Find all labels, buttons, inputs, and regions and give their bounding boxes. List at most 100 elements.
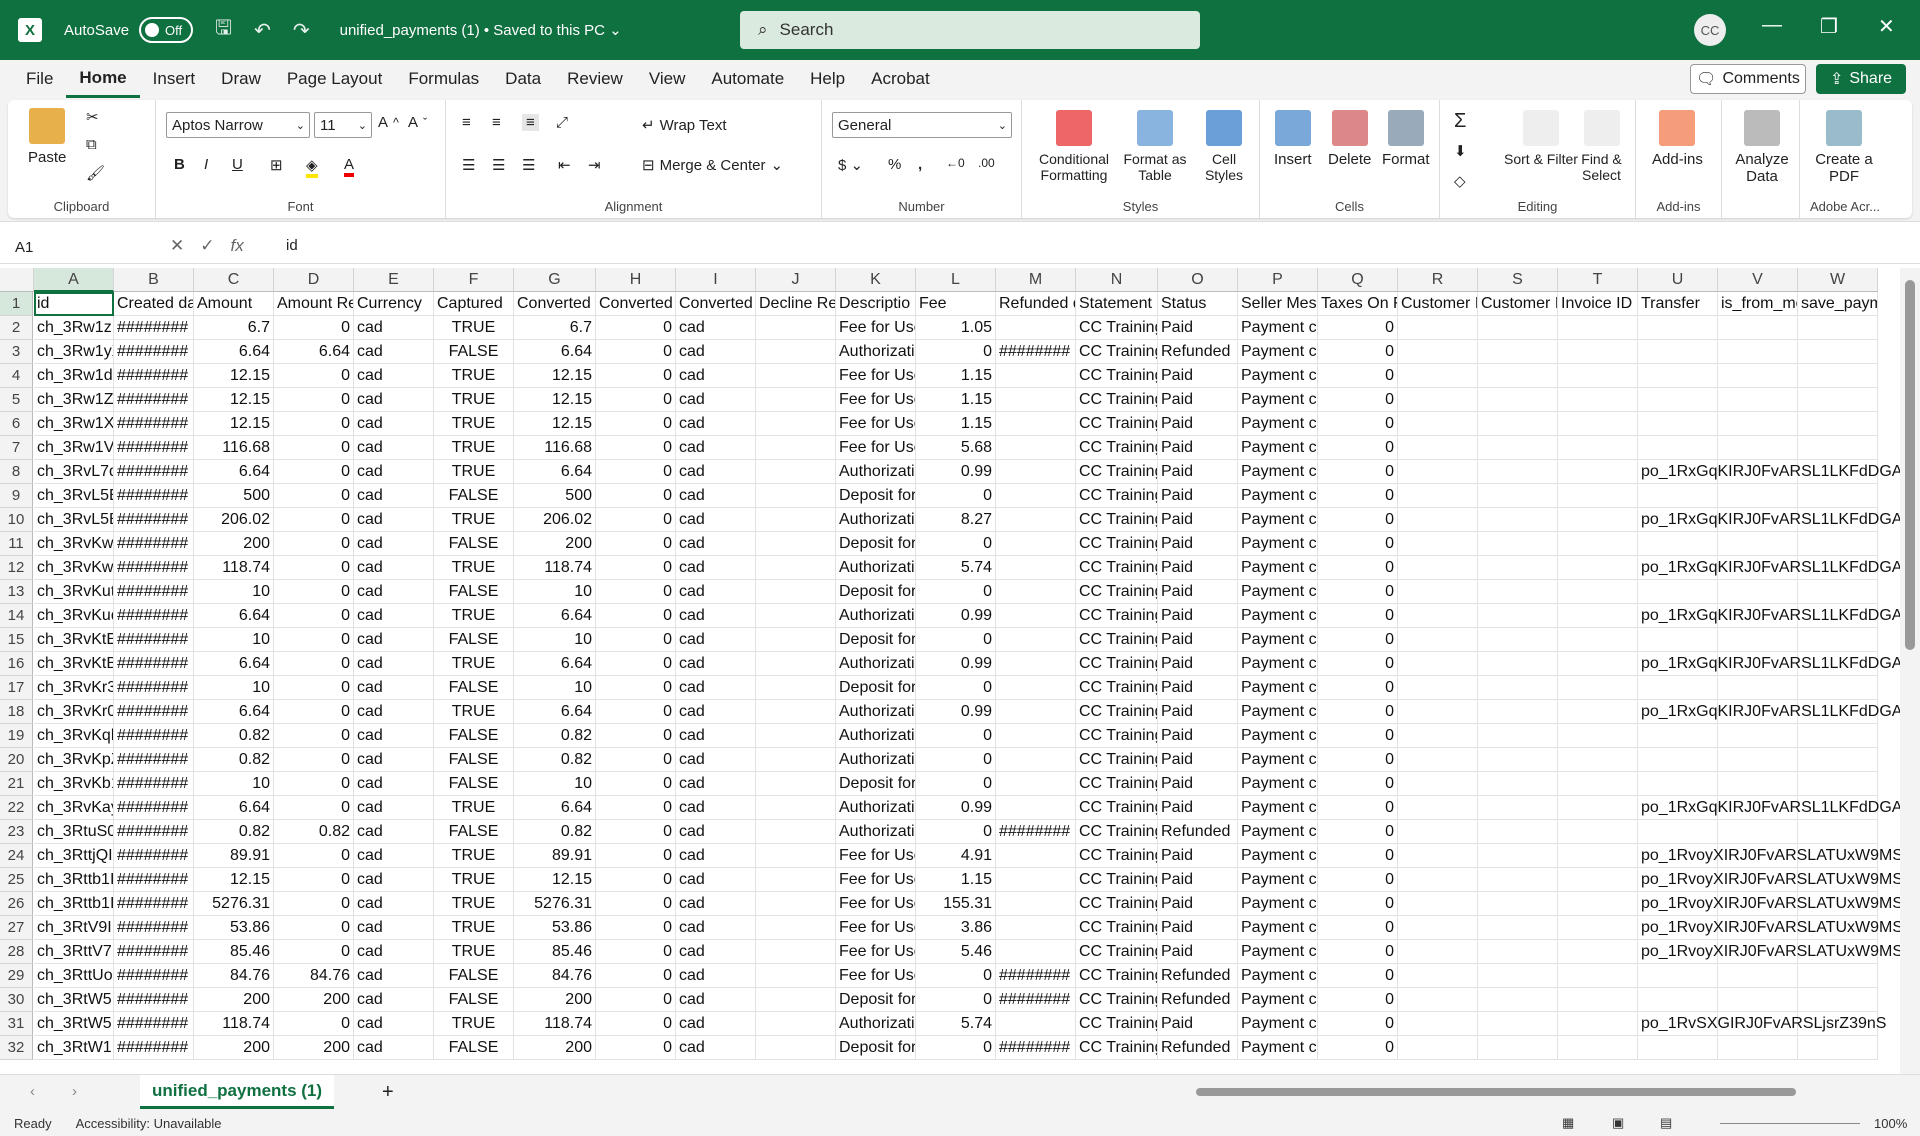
table-cell[interactable]: Fee for Use <box>836 412 916 436</box>
table-cell[interactable]: Payment c <box>1238 604 1318 628</box>
table-cell[interactable] <box>1798 316 1878 340</box>
table-cell[interactable] <box>1558 940 1638 964</box>
table-cell[interactable]: ch_3RtW5I <box>34 1012 114 1036</box>
column-header-i[interactable]: I <box>676 268 756 292</box>
row-header[interactable]: 21 <box>0 772 33 796</box>
table-cell[interactable]: 6.64 <box>194 604 274 628</box>
table-cell[interactable]: FALSE <box>434 772 514 796</box>
table-cell[interactable]: cad <box>676 628 756 652</box>
table-cell[interactable] <box>1558 1036 1638 1060</box>
table-cell[interactable]: 0 <box>596 1012 676 1036</box>
table-cell[interactable] <box>1638 340 1718 364</box>
row-header[interactable]: 7 <box>0 436 33 460</box>
table-cell[interactable]: CC Training <box>1076 916 1158 940</box>
table-cell[interactable]: ######## <box>114 604 194 628</box>
table-cell[interactable]: 1.15 <box>916 388 996 412</box>
table-cell[interactable]: cad <box>676 724 756 748</box>
header-cell[interactable]: Invoice ID <box>1558 292 1638 316</box>
row-header[interactable]: 1 <box>0 292 33 316</box>
table-cell[interactable]: ######## <box>114 460 194 484</box>
table-cell[interactable] <box>1478 652 1558 676</box>
table-cell[interactable]: CC Training <box>1076 940 1158 964</box>
table-cell[interactable]: cad <box>676 364 756 388</box>
table-cell[interactable]: ######## <box>114 868 194 892</box>
table-cell[interactable]: Refunded <box>1158 340 1238 364</box>
table-cell[interactable]: 0 <box>916 1036 996 1060</box>
table-cell[interactable]: Paid <box>1158 796 1238 820</box>
table-cell[interactable] <box>1398 964 1478 988</box>
table-cell[interactable]: 6.64 <box>194 340 274 364</box>
row-header[interactable]: 2 <box>0 316 33 340</box>
table-cell[interactable]: TRUE <box>434 796 514 820</box>
table-cell[interactable]: 6.64 <box>514 604 596 628</box>
table-cell[interactable]: Payment c <box>1238 868 1318 892</box>
table-cell[interactable] <box>1558 580 1638 604</box>
table-cell[interactable]: 0 <box>916 484 996 508</box>
table-cell[interactable]: Payment c <box>1238 820 1318 844</box>
row-header[interactable]: 6 <box>0 412 33 436</box>
table-cell[interactable]: cad <box>676 460 756 484</box>
table-cell[interactable]: Payment c <box>1238 892 1318 916</box>
table-cell[interactable] <box>1398 772 1478 796</box>
table-cell[interactable] <box>756 724 836 748</box>
select-all-corner[interactable] <box>0 268 34 292</box>
table-cell[interactable]: po_1RvoyXIRJ0FvARSLATUxW9MS <box>1638 940 1900 964</box>
increase-decimal-icon[interactable]: ←0 <box>946 156 965 170</box>
table-cell[interactable]: cad <box>354 772 434 796</box>
table-cell[interactable]: cad <box>676 868 756 892</box>
fill-icon[interactable]: ⬇ <box>1454 142 1467 160</box>
copy-icon[interactable]: ⧉ <box>86 136 97 153</box>
table-cell[interactable] <box>1478 1036 1558 1060</box>
table-cell[interactable]: 0 <box>1318 820 1398 844</box>
table-cell[interactable]: 84.76 <box>194 964 274 988</box>
table-cell[interactable] <box>1558 964 1638 988</box>
table-cell[interactable]: ch_3Rw1yX <box>34 340 114 364</box>
table-cell[interactable] <box>756 1012 836 1036</box>
table-cell[interactable] <box>1478 724 1558 748</box>
table-cell[interactable]: Refunded <box>1158 820 1238 844</box>
table-cell[interactable]: 0 <box>1318 316 1398 340</box>
table-cell[interactable]: Payment c <box>1238 988 1318 1012</box>
table-cell[interactable]: cad <box>676 964 756 988</box>
table-cell[interactable] <box>996 916 1076 940</box>
table-cell[interactable] <box>1398 820 1478 844</box>
table-cell[interactable]: 0 <box>596 844 676 868</box>
table-cell[interactable]: 0 <box>596 412 676 436</box>
table-cell[interactable] <box>756 316 836 340</box>
prev-sheet-icon[interactable]: ‹ <box>30 1083 35 1100</box>
table-cell[interactable]: Fee for Use <box>836 916 916 940</box>
align-top-icon[interactable]: ≡ <box>462 114 471 131</box>
column-header-n[interactable]: N <box>1076 268 1158 292</box>
table-cell[interactable]: ######## <box>114 580 194 604</box>
table-cell[interactable]: CC Training <box>1076 364 1158 388</box>
table-cell[interactable]: ######## <box>114 628 194 652</box>
table-cell[interactable]: cad <box>676 940 756 964</box>
table-cell[interactable]: CC Training <box>1076 412 1158 436</box>
table-cell[interactable]: ######## <box>114 676 194 700</box>
table-cell[interactable]: Payment c <box>1238 916 1318 940</box>
table-cell[interactable]: Paid <box>1158 532 1238 556</box>
table-cell[interactable] <box>996 388 1076 412</box>
next-sheet-icon[interactable]: › <box>72 1083 77 1100</box>
table-cell[interactable]: 1.15 <box>916 364 996 388</box>
table-cell[interactable]: Paid <box>1158 508 1238 532</box>
table-cell[interactable]: Payment c <box>1238 580 1318 604</box>
table-cell[interactable]: 1.05 <box>916 316 996 340</box>
table-cell[interactable] <box>1478 988 1558 1012</box>
table-cell[interactable] <box>756 892 836 916</box>
table-cell[interactable]: 0 <box>1318 844 1398 868</box>
redo-icon[interactable]: ↷ <box>293 18 310 43</box>
format-cells-button[interactable]: Format <box>1382 110 1430 168</box>
cut-icon[interactable]: ✂ <box>86 108 99 126</box>
row-header[interactable]: 12 <box>0 556 33 580</box>
table-cell[interactable]: cad <box>354 508 434 532</box>
table-cell[interactable] <box>756 604 836 628</box>
minimize-icon[interactable]: — <box>1762 14 1782 37</box>
underline-icon[interactable]: U <box>232 156 243 173</box>
table-cell[interactable] <box>1798 820 1878 844</box>
column-header-r[interactable]: R <box>1398 268 1478 292</box>
table-cell[interactable]: Payment c <box>1238 796 1318 820</box>
table-cell[interactable]: Payment c <box>1238 940 1318 964</box>
table-cell[interactable] <box>1478 796 1558 820</box>
table-cell[interactable] <box>1638 364 1718 388</box>
